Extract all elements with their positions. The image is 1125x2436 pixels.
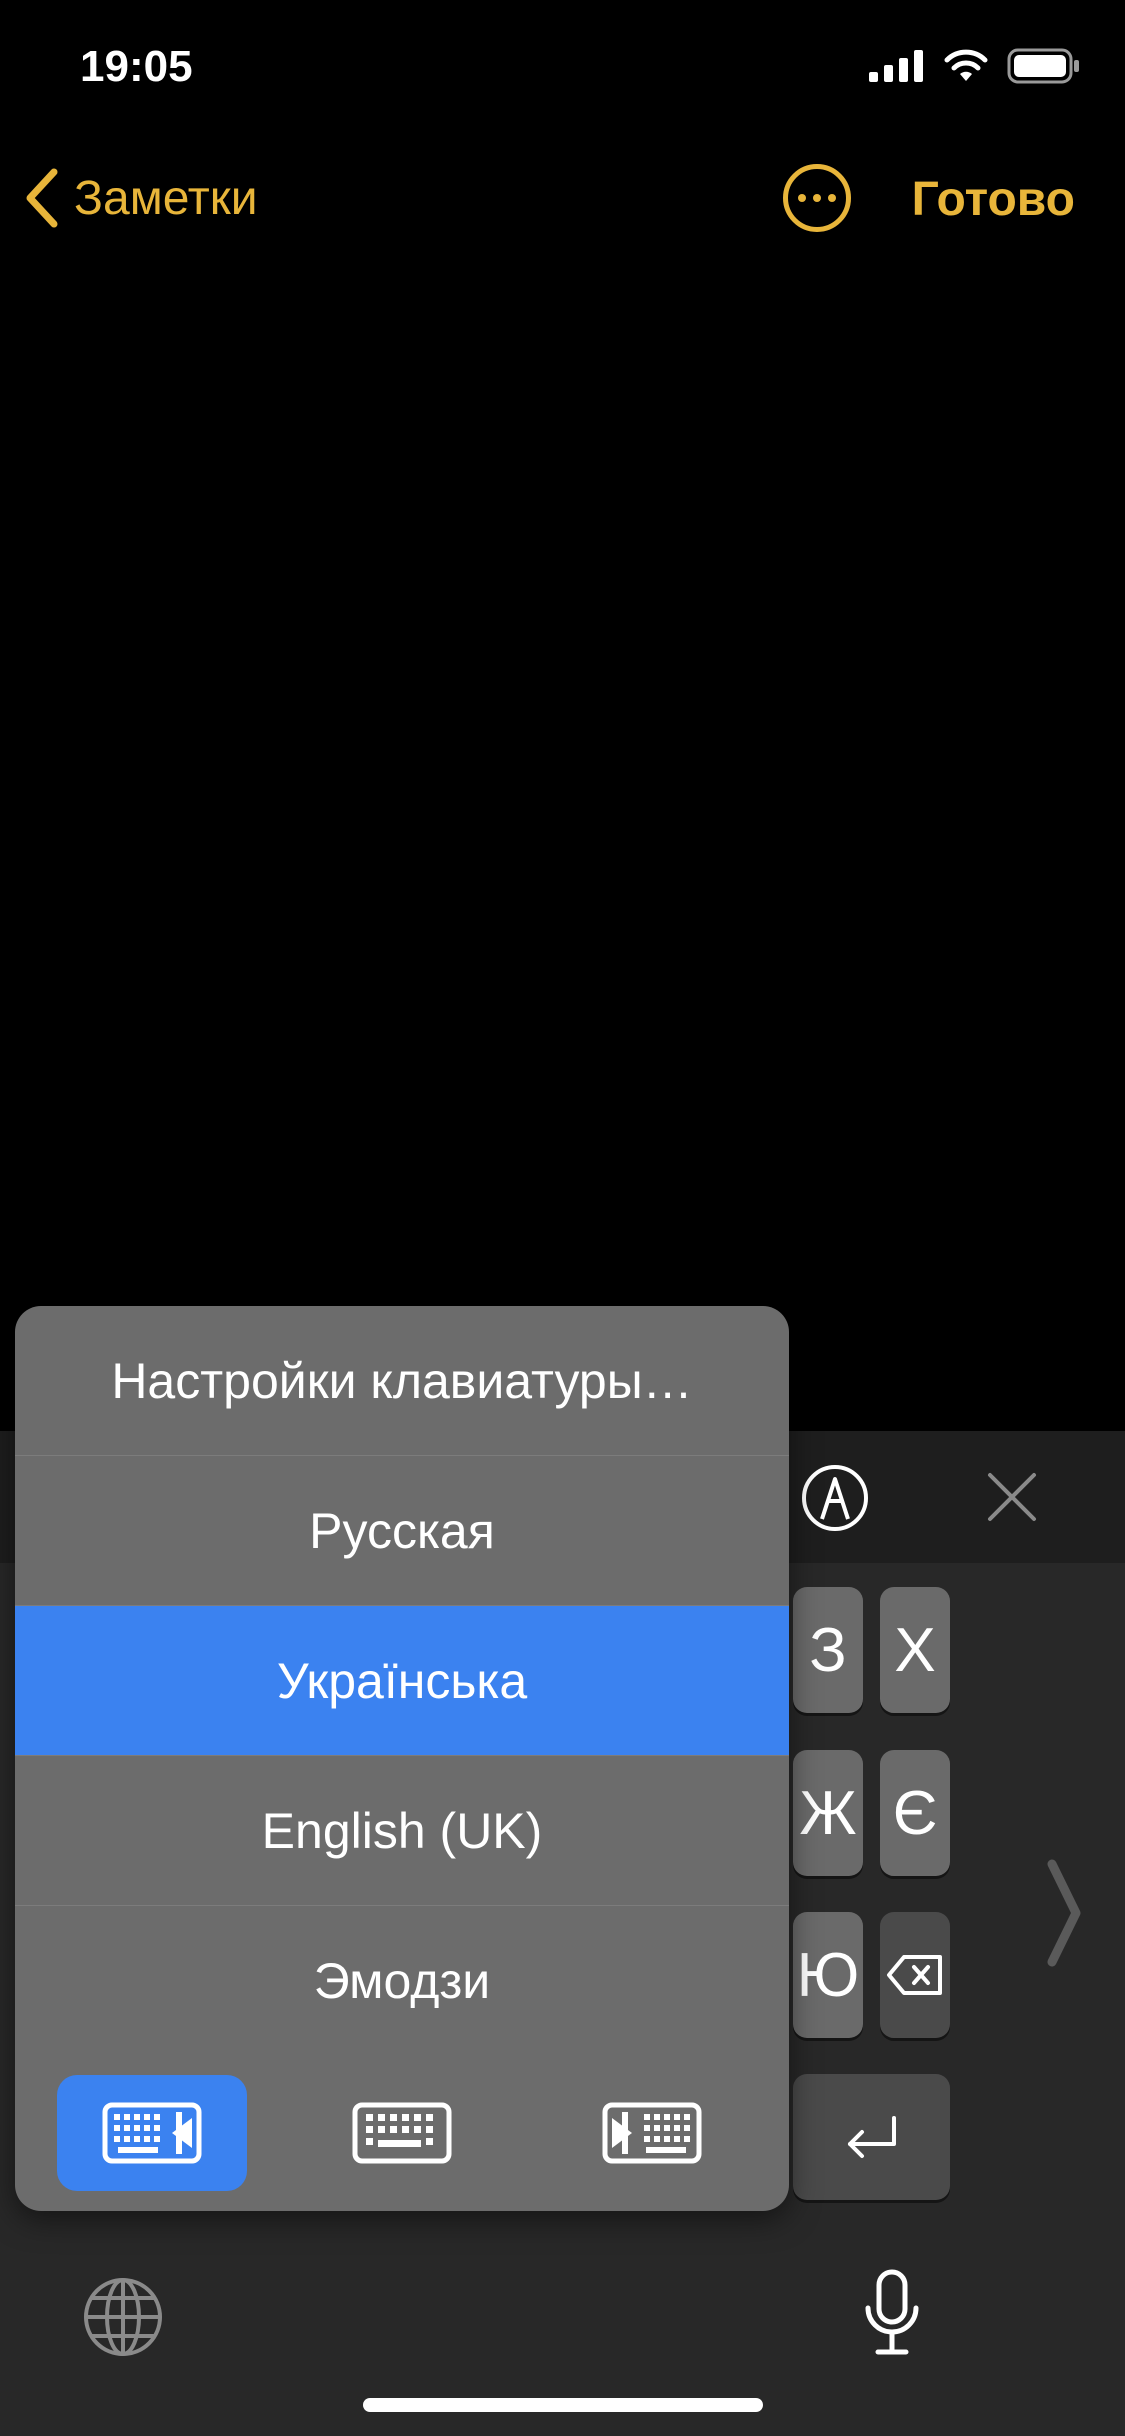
key[interactable]: Ж	[793, 1750, 863, 1876]
more-options-button[interactable]	[783, 164, 851, 232]
return-icon	[847, 2116, 896, 2158]
keyboard-full-button[interactable]	[307, 2075, 497, 2191]
menu-item-russian[interactable]: Русская	[15, 1456, 789, 1606]
keyboard-right-button[interactable]	[557, 2075, 747, 2191]
close-icon[interactable]	[984, 1469, 1040, 1525]
status-icons	[869, 48, 1081, 84]
key[interactable]: З	[793, 1587, 863, 1713]
key[interactable]: Х	[880, 1587, 950, 1713]
backspace-key[interactable]	[880, 1912, 950, 2038]
keyboard-left-button[interactable]	[57, 2075, 247, 2191]
menu-item-english-uk[interactable]: English (UK)	[15, 1756, 789, 1906]
key[interactable]: Ю	[793, 1912, 863, 2038]
menu-item-emoji[interactable]: Эмодзи	[15, 1906, 789, 2056]
battery-icon	[1007, 48, 1079, 84]
more-dot	[798, 194, 806, 202]
menu-item-keyboard-settings[interactable]: Настройки клавиатуры…	[15, 1306, 789, 1456]
done-button[interactable]: Готово	[912, 172, 1075, 227]
markup-icon[interactable]	[800, 1463, 870, 1533]
return-key[interactable]	[793, 2074, 950, 2200]
back-button[interactable]: Заметки	[24, 168, 258, 228]
keyboard-full-icon	[352, 2102, 452, 2164]
cellular-signal-icon	[869, 50, 923, 82]
chevron-right-icon[interactable]	[1046, 1858, 1082, 1968]
menu-item-ukrainian[interactable]: Українська	[15, 1606, 789, 1756]
home-indicator[interactable]	[363, 2398, 763, 2412]
globe-icon[interactable]	[82, 2276, 164, 2358]
chevron-left-icon	[26, 168, 58, 228]
more-dot	[828, 194, 836, 202]
backspace-icon	[887, 1955, 942, 1995]
keyboard-left-icon	[102, 2102, 202, 2164]
keyboard-right-icon	[602, 2102, 702, 2164]
more-dot	[813, 194, 821, 202]
key[interactable]: Є	[880, 1750, 950, 1876]
wifi-icon	[944, 49, 988, 81]
status-time: 19:05	[80, 42, 193, 91]
keyboard-language-menu: Настройки клавиатуры… Русская Українська…	[15, 1306, 789, 2211]
back-label: Заметки	[74, 171, 258, 225]
microphone-icon[interactable]	[862, 2268, 922, 2358]
